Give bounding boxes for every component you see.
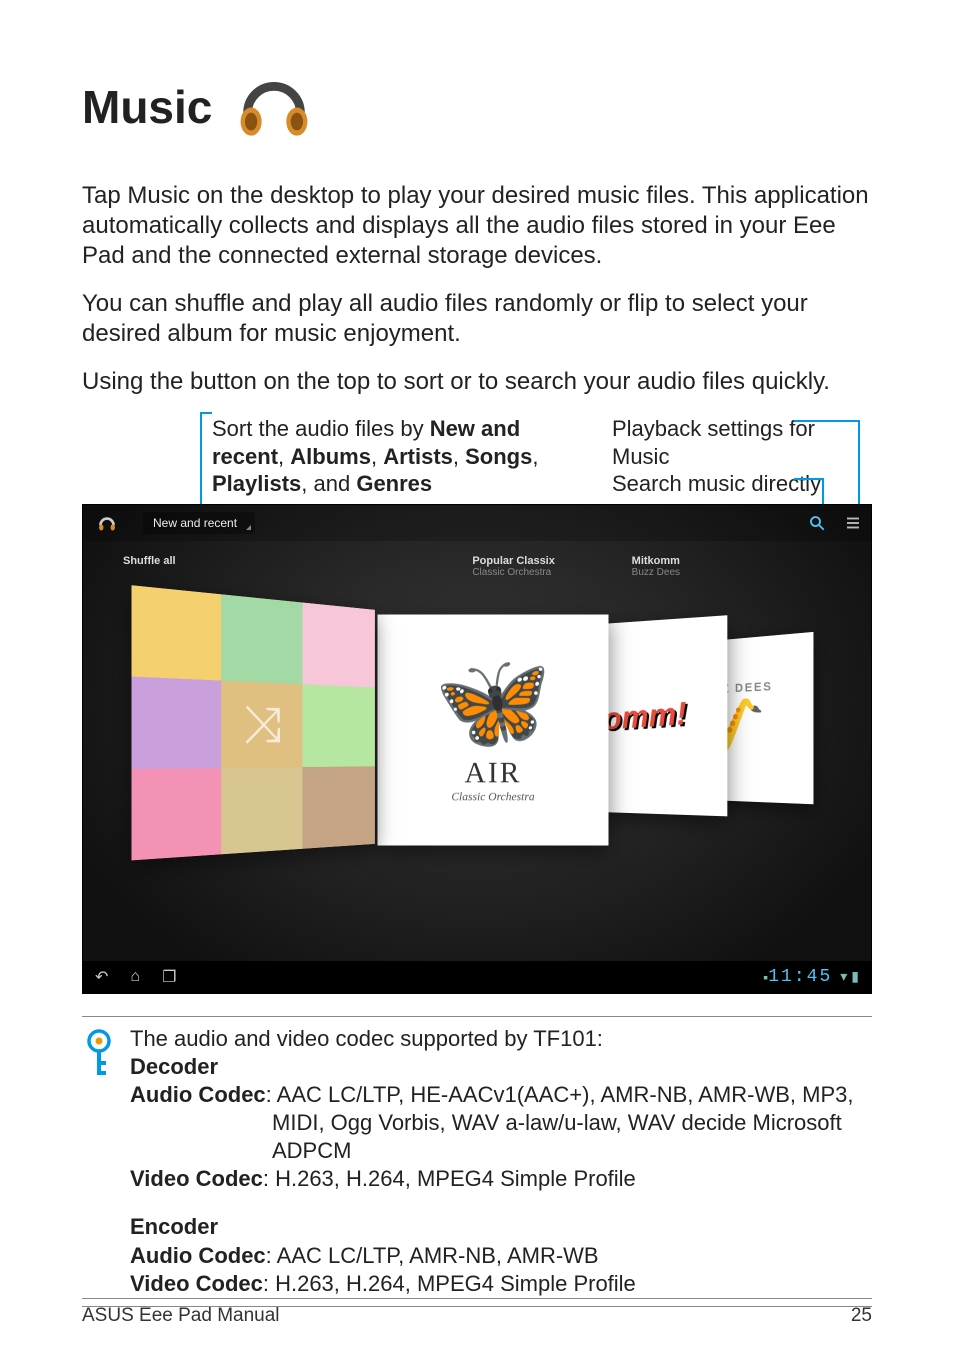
callout-b2: Albums bbox=[290, 444, 371, 469]
clock: 11:45 bbox=[768, 967, 832, 987]
callout-b4: Songs bbox=[465, 444, 532, 469]
title-row: Music bbox=[82, 60, 872, 153]
leader-line bbox=[794, 478, 824, 480]
callout-sort-text: Sort the audio files by bbox=[212, 416, 430, 441]
music-app-screenshot: New and recent Shuffle all Popular Class… bbox=[82, 504, 872, 994]
enc-audio-val: : AAC LC/LTP, AMR-NB, AMR-WB bbox=[266, 1243, 599, 1268]
home-icon[interactable]: ⌂ bbox=[130, 968, 140, 986]
label-3-title: Mitkomm bbox=[632, 555, 680, 567]
dec-audio-l1: : AAC LC/LTP, HE-AACv1(AAC+), AMR-NB, AM… bbox=[266, 1082, 854, 1107]
back-icon[interactable]: ↶ bbox=[95, 967, 108, 987]
callout-b3: Artists bbox=[383, 444, 453, 469]
dec-audio-label: Audio Codec bbox=[130, 1082, 266, 1107]
label-shuffle-title: Shuffle all bbox=[123, 555, 176, 567]
callout-search: Search music directly bbox=[612, 470, 872, 498]
album-cover-2[interactable]: 🦋 AIR Classic Orchestra bbox=[378, 614, 609, 845]
leader-line bbox=[794, 420, 860, 422]
dec-video-val: : H.263, H.264, MPEG4 Simple Profile bbox=[263, 1166, 636, 1191]
dec-audio-l2: MIDI, Ogg Vorbis, WAV a-law/u-law, WAV d… bbox=[272, 1109, 872, 1137]
note-body: The audio and video codec supported by T… bbox=[130, 1025, 872, 1298]
recents-icon[interactable]: ❐ bbox=[162, 967, 176, 987]
battery-icon: ▮ bbox=[851, 968, 859, 985]
footer-left: ASUS Eee Pad Manual bbox=[82, 1305, 280, 1327]
label-3-sub: Buzz Dees bbox=[632, 567, 831, 578]
butterfly-icon: 🦋 bbox=[434, 646, 552, 756]
page-footer: ASUS Eee Pad Manual 25 bbox=[82, 1298, 872, 1327]
app-headphones-icon[interactable] bbox=[93, 509, 121, 537]
callout-b5: Playlists bbox=[212, 471, 301, 496]
callout-b6: Genres bbox=[356, 471, 432, 496]
note-key-icon bbox=[82, 1029, 116, 1298]
dec-audio-l3: ADPCM bbox=[272, 1137, 872, 1165]
app-topbar: New and recent bbox=[83, 505, 871, 541]
callout-s4: , bbox=[532, 444, 538, 469]
encoder-label: Encoder bbox=[130, 1214, 218, 1239]
callout-s3: , bbox=[453, 444, 465, 469]
note-box: The audio and video codec supported by T… bbox=[82, 1025, 872, 1298]
intro-paragraph-1: Tap Music on the desktop to play your de… bbox=[82, 181, 872, 271]
footer-page-number: 25 bbox=[851, 1305, 872, 1327]
label-shuffle: Shuffle all bbox=[123, 555, 322, 578]
search-icon[interactable] bbox=[799, 505, 835, 541]
cover2-brand: AIR bbox=[465, 756, 522, 790]
system-navbar: ↶ ⌂ ❐ ▪ 11:45 ▾ ▮ bbox=[83, 961, 871, 993]
menu-icon[interactable] bbox=[835, 505, 871, 541]
intro-paragraph-2: You can shuffle and play all audio files… bbox=[82, 289, 872, 349]
page-title: Music bbox=[82, 80, 212, 134]
enc-video-val: : H.263, H.264, MPEG4 Simple Profile bbox=[263, 1271, 636, 1296]
callout-s2: , bbox=[371, 444, 383, 469]
enc-video-label: Video Codec bbox=[130, 1271, 263, 1296]
enc-audio-label: Audio Codec bbox=[130, 1243, 266, 1268]
callout-sort: Sort the audio files by New and recent, … bbox=[212, 415, 582, 498]
decoder-label: Decoder bbox=[130, 1054, 218, 1079]
note-intro: The audio and video codec supported by T… bbox=[130, 1025, 872, 1053]
album-cover-shuffle[interactable]: ⤨ bbox=[132, 585, 375, 860]
album-carousel[interactable]: BUZZ DEES 🎷 tkomm! 🦋 AIR Classic Orchest… bbox=[83, 585, 871, 953]
callout-s1: , bbox=[278, 444, 290, 469]
note-separator-top bbox=[82, 1016, 872, 1017]
intro-paragraph-3: Using the button on the top to sort or t… bbox=[82, 367, 872, 397]
callout-playback: Playback settings for Music bbox=[612, 415, 872, 470]
callout-right-group: Playback settings for Music Search music… bbox=[612, 415, 872, 498]
shuffle-icon: ⤨ bbox=[243, 695, 282, 753]
sort-dropdown[interactable]: New and recent bbox=[143, 512, 255, 534]
leader-line bbox=[200, 412, 202, 517]
headphones-icon bbox=[230, 60, 318, 153]
wifi-icon: ▾ bbox=[840, 968, 847, 985]
album-labels-row: Shuffle all Popular Classix Classic Orch… bbox=[83, 555, 871, 578]
label-2-title: Popular Classix bbox=[472, 555, 555, 567]
cover2-sub: Classic Orchestra bbox=[451, 790, 534, 803]
label-album-3: Mitkomm Buzz Dees bbox=[632, 555, 831, 578]
callout-s5: , and bbox=[301, 471, 356, 496]
dec-video-label: Video Codec bbox=[130, 1166, 263, 1191]
